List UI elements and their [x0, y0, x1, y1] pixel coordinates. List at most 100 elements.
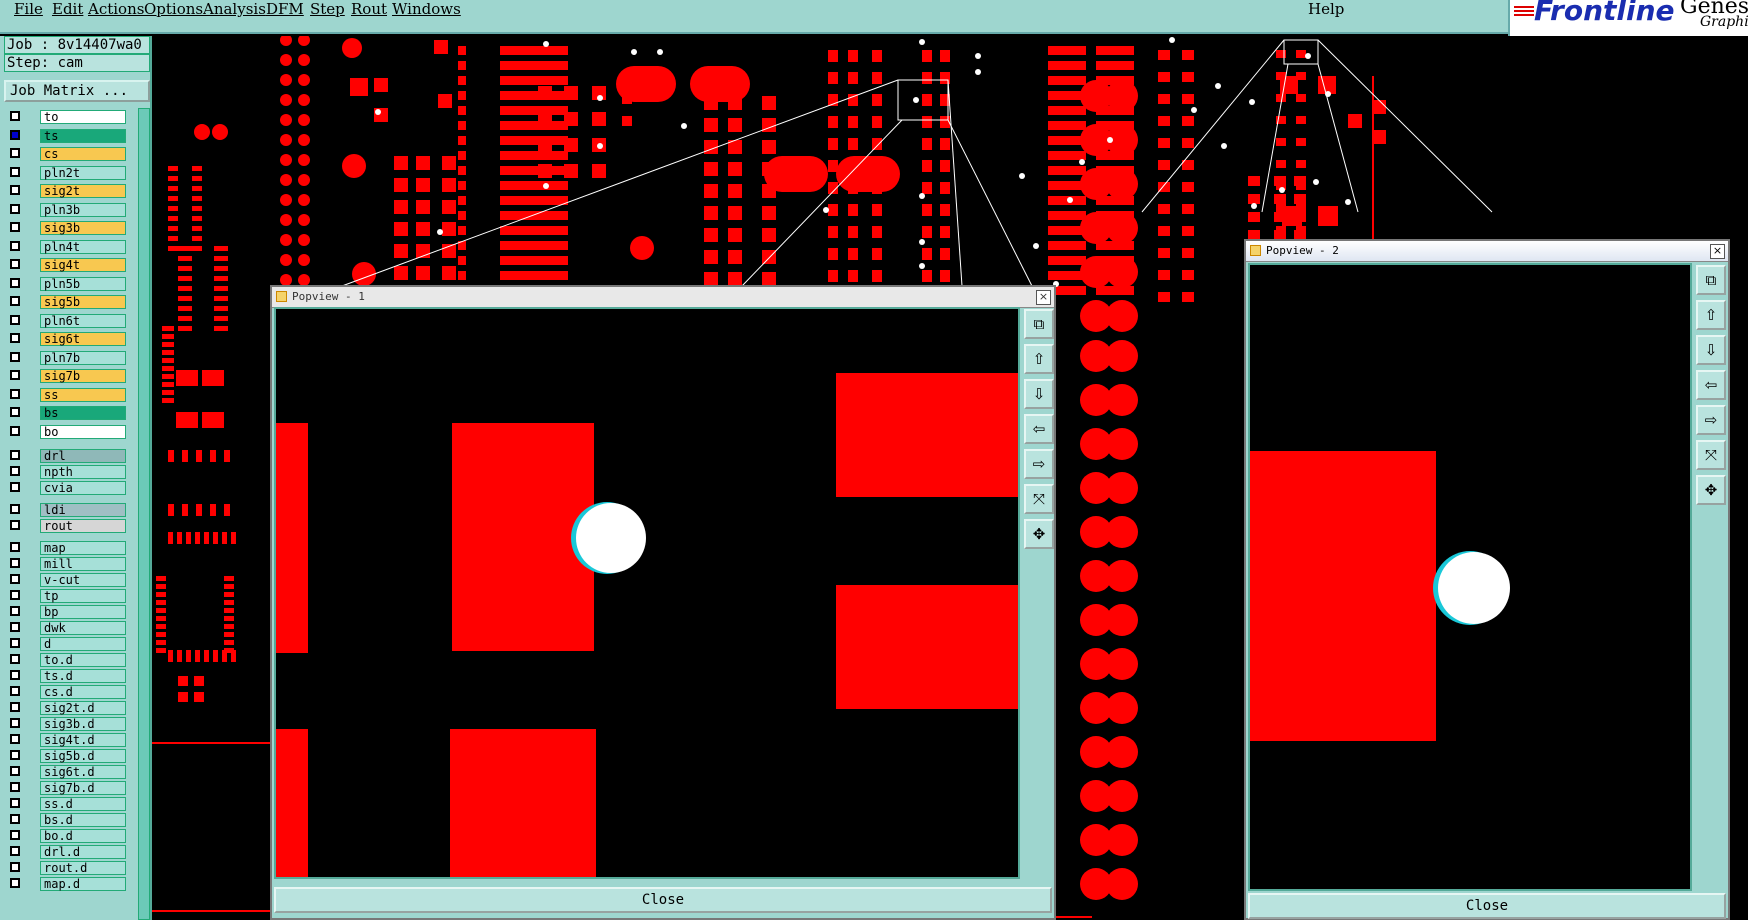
layer-row-tp[interactable]: tp: [4, 589, 126, 603]
layer-checkbox[interactable]: [10, 333, 20, 343]
layer-checkbox[interactable]: [10, 830, 20, 840]
layer-name[interactable]: ldi: [40, 503, 126, 517]
layer-name[interactable]: sig4t: [40, 258, 126, 272]
layer-name[interactable]: drl.d: [40, 845, 126, 859]
layer-row-pln4t[interactable]: pln4t: [4, 239, 126, 254]
zoom-home-icon[interactable]: ⧉: [1696, 265, 1726, 295]
layer-row-sig5b-d[interactable]: sig5b.d: [4, 749, 126, 763]
layer-checkbox[interactable]: [10, 686, 20, 696]
layer-row-cs-d[interactable]: cs.d: [4, 685, 126, 699]
layer-row-ts-d[interactable]: ts.d: [4, 669, 126, 683]
layer-checkbox[interactable]: [10, 520, 20, 530]
layer-name[interactable]: map: [40, 541, 126, 555]
layer-row-sig2t-d[interactable]: sig2t.d: [4, 701, 126, 715]
layer-checkbox[interactable]: [10, 240, 20, 251]
layer-checkbox[interactable]: [10, 670, 20, 680]
layer-row-npth[interactable]: npth: [4, 465, 126, 479]
layer-name[interactable]: pln4t: [40, 239, 126, 254]
layer-checkbox[interactable]: [10, 542, 20, 552]
zoom-home-icon[interactable]: ⧉: [1024, 309, 1054, 339]
layer-checkbox[interactable]: [10, 296, 20, 306]
layer-row-sig7b[interactable]: sig7b: [4, 369, 126, 383]
layer-row-pln2t[interactable]: pln2t: [4, 165, 126, 180]
layer-row-pln5b[interactable]: pln5b: [4, 276, 126, 291]
pan-up-icon[interactable]: ⇧: [1696, 300, 1726, 330]
layer-row-bo[interactable]: bo: [4, 424, 126, 439]
layer-name[interactable]: cs: [40, 147, 126, 161]
layer-checkbox[interactable]: [10, 878, 20, 888]
menu-file[interactable]: File: [14, 0, 43, 18]
layer-checkbox[interactable]: [10, 638, 20, 648]
layer-row-dwk[interactable]: dwk: [4, 621, 126, 635]
layer-checkbox[interactable]: [10, 590, 20, 600]
layer-row-ts[interactable]: ts: [4, 128, 126, 143]
zoom-out-icon[interactable]: ⤧: [1024, 484, 1054, 514]
layer-name[interactable]: dwk: [40, 621, 126, 635]
menu-options[interactable]: Options: [144, 0, 203, 18]
layer-checkbox[interactable]: [10, 466, 20, 476]
layer-checkbox[interactable]: [10, 654, 20, 664]
layer-checkbox[interactable]: [10, 314, 20, 325]
layer-name[interactable]: sig3b: [40, 221, 126, 235]
layer-checkbox[interactable]: [10, 750, 20, 760]
layer-name[interactable]: rout.d: [40, 861, 126, 875]
layer-list-scrollbar[interactable]: [138, 108, 150, 920]
layer-row-drl[interactable]: drl: [4, 449, 126, 463]
layer-name[interactable]: sig2t.d: [40, 701, 126, 715]
layer-checkbox[interactable]: [10, 862, 20, 872]
layer-name[interactable]: bs.d: [40, 813, 126, 827]
layer-row-sig6t-d[interactable]: sig6t.d: [4, 765, 126, 779]
menu-help[interactable]: Help: [1308, 0, 1344, 18]
layer-name[interactable]: sig2t: [40, 184, 126, 198]
layer-name[interactable]: bs: [40, 406, 126, 420]
popview-1-close-button[interactable]: Close: [274, 887, 1052, 913]
layer-row-ss[interactable]: ss: [4, 387, 126, 402]
pan-down-icon[interactable]: ⇩: [1024, 379, 1054, 409]
layer-row-bo-d[interactable]: bo.d: [4, 829, 126, 843]
layer-row-drl-d[interactable]: drl.d: [4, 845, 126, 859]
layer-row-to-d[interactable]: to.d: [4, 653, 126, 667]
layer-row-rout-d[interactable]: rout.d: [4, 861, 126, 875]
layer-name[interactable]: sig7b: [40, 369, 126, 383]
pan-left-icon[interactable]: ⇦: [1696, 370, 1726, 400]
layer-name[interactable]: npth: [40, 465, 126, 479]
layer-checkbox[interactable]: [10, 606, 20, 616]
close-icon[interactable]: ×: [1036, 290, 1051, 305]
layer-name[interactable]: sig4t.d: [40, 733, 126, 747]
layer-row-cs[interactable]: cs: [4, 147, 126, 161]
zoom-in-icon[interactable]: ✥: [1024, 519, 1054, 549]
layer-name[interactable]: pln3b: [40, 202, 126, 217]
layer-name[interactable]: sig6t.d: [40, 765, 126, 779]
layer-checkbox[interactable]: [10, 222, 20, 232]
layer-checkbox[interactable]: [10, 111, 20, 121]
layer-checkbox[interactable]: [10, 558, 20, 568]
layer-name[interactable]: pln6t: [40, 313, 126, 328]
layer-row-bp[interactable]: bp: [4, 605, 126, 619]
layer-row-mill[interactable]: mill: [4, 557, 126, 571]
pan-up-icon[interactable]: ⇧: [1024, 344, 1054, 374]
layer-name[interactable]: to.d: [40, 653, 126, 667]
pan-right-icon[interactable]: ⇨: [1696, 405, 1726, 435]
layer-checkbox[interactable]: [10, 504, 20, 514]
popview-2-close-button[interactable]: Close: [1248, 893, 1726, 919]
menu-windows[interactable]: Windows: [392, 0, 461, 18]
layer-name[interactable]: sig5b.d: [40, 749, 126, 763]
close-icon[interactable]: ×: [1710, 244, 1725, 259]
layer-checkbox[interactable]: [10, 702, 20, 712]
layer-name[interactable]: tp: [40, 589, 126, 603]
layer-checkbox[interactable]: [10, 351, 20, 362]
layer-checkbox[interactable]: [10, 129, 20, 140]
layer-row-ldi[interactable]: ldi: [4, 503, 126, 517]
layer-row-bs-d[interactable]: bs.d: [4, 813, 126, 827]
layer-name[interactable]: ts.d: [40, 669, 126, 683]
layer-checkbox[interactable]: [10, 388, 20, 399]
layer-name[interactable]: pln5b: [40, 276, 126, 291]
pan-right-icon[interactable]: ⇨: [1024, 449, 1054, 479]
layer-checkbox[interactable]: [10, 766, 20, 776]
layer-row-to[interactable]: to: [4, 110, 126, 124]
layer-row-sig4t[interactable]: sig4t: [4, 258, 126, 272]
layer-name[interactable]: v-cut: [40, 573, 126, 587]
layer-checkbox[interactable]: [10, 407, 20, 417]
pan-down-icon[interactable]: ⇩: [1696, 335, 1726, 365]
layer-name[interactable]: to: [40, 110, 126, 124]
